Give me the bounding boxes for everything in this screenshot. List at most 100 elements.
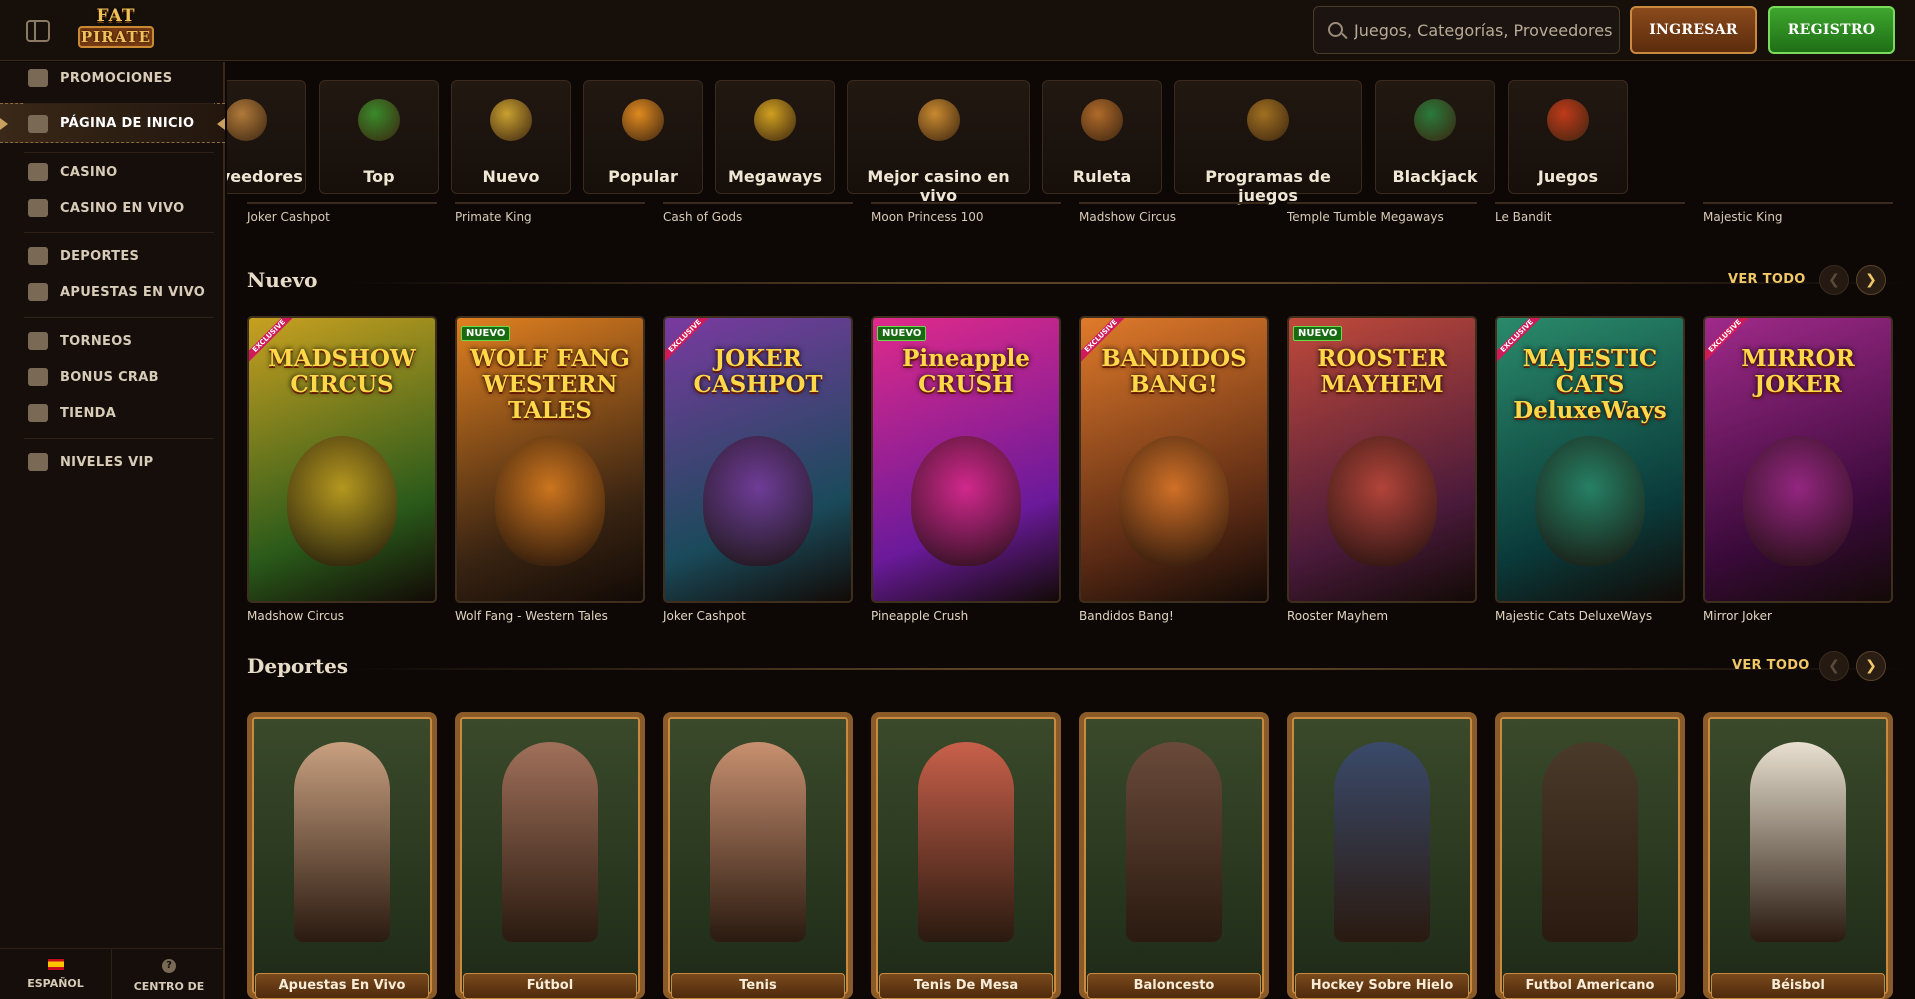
sport-character — [1750, 742, 1846, 942]
search-icon — [1328, 22, 1343, 37]
sport-character — [1542, 742, 1638, 942]
game-art-title: ROOSTER MAYHEM — [1317, 345, 1447, 398]
sport-card[interactable]: Fútbol — [455, 712, 645, 999]
game-name[interactable]: Joker Cashpot — [663, 609, 746, 623]
top-game-label[interactable]: Le Bandit — [1495, 202, 1685, 224]
sidebar-divider — [24, 103, 214, 104]
home-icon — [28, 115, 48, 133]
next-arrow-icon[interactable]: ❯ — [1856, 651, 1886, 681]
sidebar-item-3[interactable]: CASINO — [0, 152, 225, 192]
game-name[interactable]: Pineapple Crush — [871, 609, 968, 623]
sidebar-item-9[interactable]: TIENDA — [0, 393, 225, 433]
sidebar-item-8[interactable]: BONUS CRAB — [0, 357, 225, 397]
top-game-label[interactable]: Cash of Gods — [663, 202, 853, 224]
sport-card[interactable]: Tenis — [663, 712, 853, 999]
live-bets-icon — [28, 283, 48, 301]
sport-card[interactable]: Baloncesto — [1079, 712, 1269, 999]
category-label: Popular — [608, 167, 678, 186]
megaways-icon — [754, 99, 796, 141]
category-label: Megaways — [727, 167, 823, 186]
sidebar-item-label: DEPORTES — [60, 248, 140, 264]
category-mejor-casino-en-vivo[interactable]: Mejor casino en vivo — [847, 80, 1030, 205]
game-tile[interactable]: BANDIDOS BANG! EXCLUSIVE — [1079, 316, 1269, 603]
game-art-title: JOKER CASHPOT — [693, 345, 823, 398]
sidebar-item-label: BONUS CRAB — [60, 369, 159, 385]
game-tile[interactable]: JOKER CASHPOT EXCLUSIVE — [663, 316, 853, 603]
game-tile[interactable]: ROOSTER MAYHEM NUEVO — [1287, 316, 1477, 603]
top-game-label[interactable]: Madshow Circus — [1079, 202, 1269, 224]
game-artwork — [703, 436, 813, 566]
cards-icon — [1414, 99, 1456, 141]
sidebar-footer: ESPAÑOL ? CENTRO DE AYUDA — [0, 948, 225, 999]
sidebar-item-1[interactable]: PROMOCIONES — [0, 58, 225, 98]
game-tile[interactable]: WOLF FANG WESTERN TALES NUEVO — [455, 316, 645, 603]
top-game-label[interactable]: Primate King — [455, 202, 645, 224]
sidebar-item-6[interactable]: APUESTAS EN VIVO — [0, 272, 225, 312]
top-game-label[interactable]: Majestic King — [1703, 202, 1893, 224]
register-button[interactable]: REGISTRO — [1768, 6, 1895, 54]
see-all-link-nuevo[interactable]: VER TODO — [1728, 272, 1806, 287]
game-tile[interactable]: MAJESTIC CATS DeluxeWays EXCLUSIVE — [1495, 316, 1685, 603]
login-button[interactable]: INGRESAR — [1630, 6, 1757, 54]
category-popular[interactable]: Popular — [583, 80, 703, 194]
game-art-title: WOLF FANG WESTERN TALES — [470, 345, 630, 424]
sidebar-toggle-icon[interactable] — [26, 20, 50, 42]
next-arrow-icon[interactable]: ❯ — [1856, 265, 1886, 295]
sport-card[interactable]: Futbol Americano — [1495, 712, 1685, 999]
sport-card-label: Tenis De Mesa — [879, 973, 1053, 999]
language-label: ESPAÑOL — [27, 977, 84, 990]
category-juegos[interactable]: Juegos — [1508, 80, 1628, 194]
sidebar-item-label: APUESTAS EN VIVO — [60, 284, 206, 300]
game-artwork — [1743, 436, 1853, 566]
sidebar-item-4[interactable]: CASINO EN VIVO — [0, 188, 225, 228]
top-game-label[interactable]: Temple Tumble Megaways — [1287, 202, 1477, 224]
game-name[interactable]: Majestic Cats DeluxeWays — [1495, 609, 1652, 623]
prev-arrow-icon[interactable]: ❮ — [1819, 265, 1849, 295]
prev-arrow-icon[interactable]: ❮ — [1819, 651, 1849, 681]
game-name[interactable]: Rooster Mayhem — [1287, 609, 1388, 623]
see-all-link-deportes[interactable]: VER TODO — [1732, 658, 1810, 673]
category-top[interactable]: Top — [319, 80, 439, 194]
search-box[interactable] — [1313, 6, 1620, 54]
fat-pirate-logo[interactable]: FAT PIRATE — [78, 6, 154, 52]
sport-card-label: Béisbol — [1711, 973, 1885, 999]
sport-card[interactable]: Hockey Sobre Hielo — [1287, 712, 1477, 999]
category-blackjack[interactable]: Blackjack — [1375, 80, 1495, 194]
sidebar-item-label: TORNEOS — [60, 333, 133, 349]
game-art-title: MADSHOW CIRCUS — [268, 345, 416, 398]
sidebar-item-7[interactable]: TORNEOS — [0, 321, 225, 361]
sport-card-label: Apuestas En Vivo — [255, 973, 429, 999]
sidebar-item-label: PÁGINA DE INICIO — [60, 115, 195, 131]
sidebar-item-2[interactable]: PÁGINA DE INICIO — [0, 103, 225, 143]
sport-card[interactable]: Apuestas En Vivo — [247, 712, 437, 999]
sport-card[interactable]: Béisbol — [1703, 712, 1893, 999]
help-center-label: CENTRO DE AYUDA — [133, 980, 205, 993]
spain-flag-icon — [47, 959, 64, 970]
category-megaways[interactable]: Megaways — [715, 80, 835, 194]
sidebar-item-10[interactable]: NIVELES VIP — [0, 442, 225, 482]
sport-card-label: Tenis — [671, 973, 845, 999]
top-game-label[interactable]: Joker Cashpot — [247, 202, 437, 224]
sidebar-item-label: NIVELES VIP — [60, 454, 154, 470]
game-name[interactable]: Mirror Joker — [1703, 609, 1772, 623]
game-tile[interactable]: MADSHOW CIRCUS EXCLUSIVE — [247, 316, 437, 603]
section-title-nuevo: Nuevo — [247, 268, 318, 292]
category-proveedores[interactable]: Proveedores — [227, 80, 306, 194]
game-name[interactable]: Madshow Circus — [247, 609, 344, 623]
game-artwork — [1535, 436, 1645, 566]
game-tile[interactable]: MIRROR JOKER EXCLUSIVE — [1703, 316, 1893, 603]
game-name[interactable]: Wolf Fang - Western Tales — [455, 609, 608, 623]
sport-card[interactable]: Tenis De Mesa — [871, 712, 1061, 999]
category-programas-de-juegos[interactable]: Programas de juegos — [1174, 80, 1362, 205]
crown-icon — [622, 99, 664, 141]
language-button[interactable]: ESPAÑOL — [0, 949, 112, 999]
category-label: Nuevo — [482, 167, 540, 186]
game-name[interactable]: Bandidos Bang! — [1079, 609, 1174, 623]
category-nuevo[interactable]: Nuevo — [451, 80, 571, 194]
help-center-button[interactable]: ? CENTRO DE AYUDA — [113, 949, 225, 999]
top-game-label[interactable]: Moon Princess 100 — [871, 202, 1061, 224]
search-input[interactable] — [1354, 7, 1614, 53]
sidebar-item-5[interactable]: DEPORTES — [0, 236, 225, 276]
category-ruleta[interactable]: Ruleta — [1042, 80, 1162, 194]
game-tile[interactable]: Pineapple CRUSH NUEVO — [871, 316, 1061, 603]
